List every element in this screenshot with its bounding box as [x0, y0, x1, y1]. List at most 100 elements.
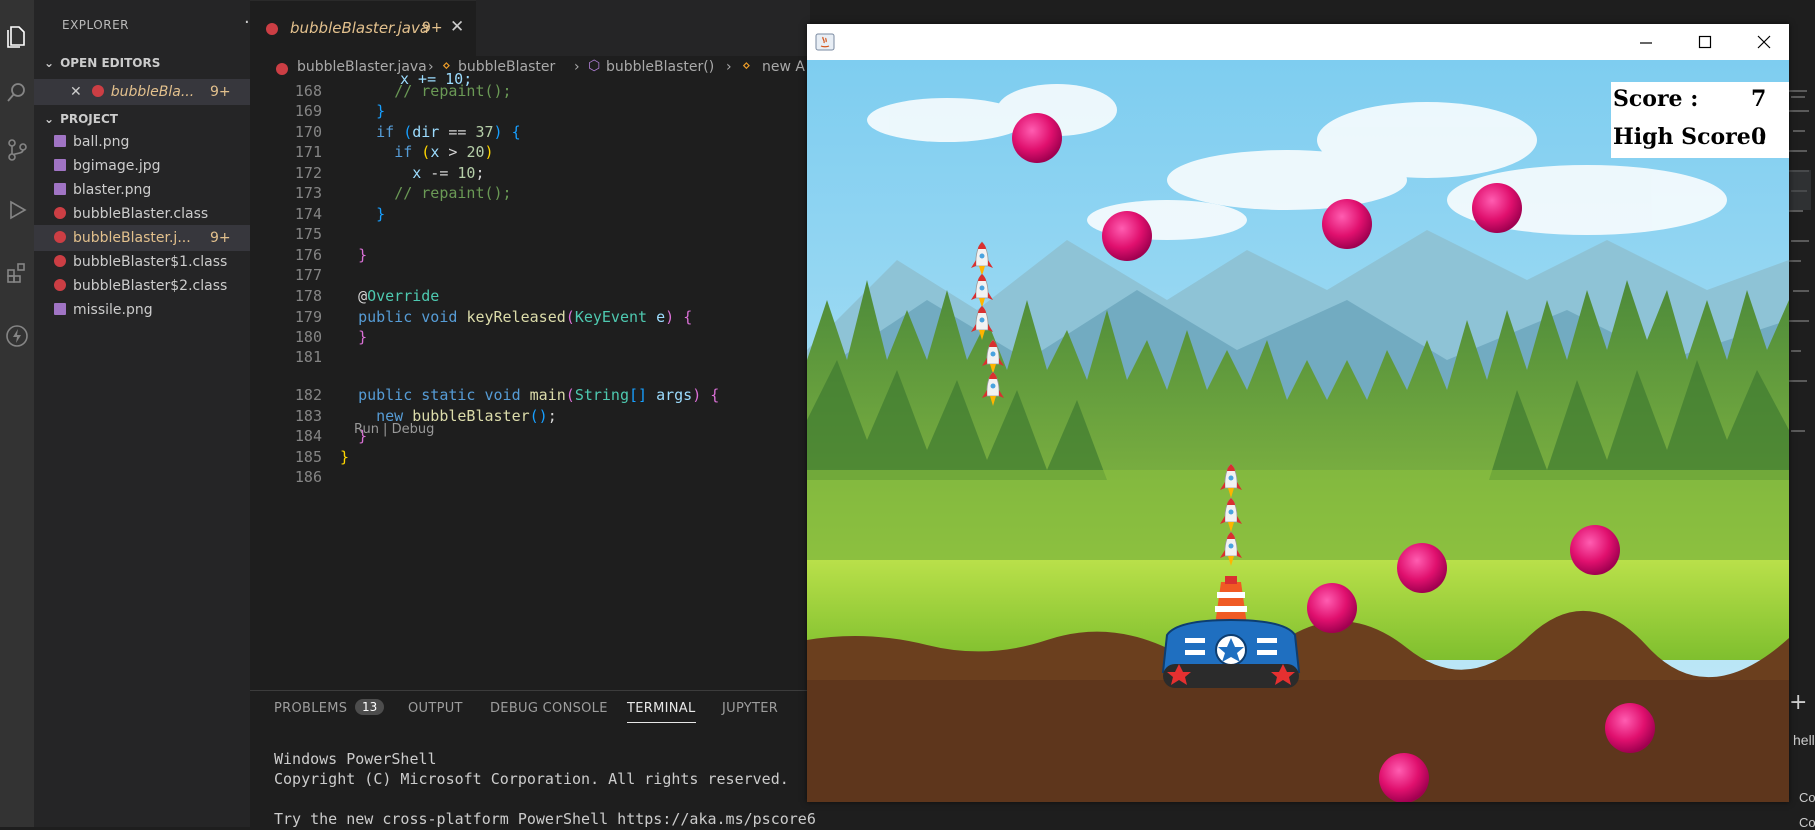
file-name: blaster.png [73, 182, 152, 198]
file-item[interactable]: bubbleBlaster$2.class [34, 273, 250, 299]
line-number: 172 [294, 164, 322, 182]
java-file-icon [54, 231, 66, 243]
java-file-icon [54, 279, 66, 291]
image-file-icon [54, 159, 66, 171]
terminal-list-label[interactable]: hell [1793, 732, 1815, 748]
line-number: 175 [294, 225, 322, 243]
editor-tab-bar: bubbleBlaster.java 9+ ✕ [250, 0, 810, 57]
line-number: 174 [294, 205, 322, 223]
code-line: @Override [358, 287, 440, 305]
file-name: bgimage.jpg [73, 158, 161, 174]
extensions-icon[interactable] [0, 252, 34, 292]
file-item[interactable]: bgimage.jpg [34, 153, 250, 179]
bubble [1012, 113, 1062, 163]
image-file-icon [54, 303, 66, 315]
game-window[interactable]: Score : 7 High Score : 0 [807, 24, 1789, 802]
sidebar-title: EXPLORER [62, 18, 129, 32]
line-number: 173 [294, 184, 322, 202]
tab-debug-console[interactable]: DEBUG CONSOLE [490, 701, 608, 716]
missile [982, 371, 1004, 406]
method-icon: ⬡ [588, 58, 601, 74]
missile [1220, 531, 1242, 566]
run-debug-icon[interactable] [0, 190, 34, 230]
image-file-icon [54, 135, 66, 147]
line-number: 183 [294, 407, 322, 425]
source-control-icon[interactable] [0, 130, 34, 170]
file-item[interactable]: bubbleBlaster$1.class [34, 249, 250, 275]
line-number: 169 [294, 102, 322, 120]
code-line: } [358, 246, 368, 264]
maximize-icon[interactable] [1698, 35, 1712, 49]
line-number: 177 [294, 266, 322, 284]
editor-right-edge: + hell Code Code [1785, 0, 1815, 830]
chevron-down-icon: ⌄ [44, 56, 55, 70]
terminal-list-item[interactable]: Code [1799, 815, 1815, 830]
file-name: missile.png [73, 302, 153, 318]
lightning-icon[interactable] [0, 316, 34, 356]
project-section[interactable]: ⌄ PROJECT [44, 112, 118, 126]
game-canvas[interactable]: Score : 7 High Score : 0 [807, 60, 1789, 802]
file-name: bubbleBlaster$1.class [73, 254, 228, 270]
missile [1220, 497, 1242, 532]
open-editor-item[interactable]: ✕ bubbleBla... 9+ [34, 79, 250, 105]
code-line: public static void main(String[] args) { [358, 386, 720, 404]
line-number: 178 [294, 287, 322, 305]
line-number: 170 [294, 123, 322, 141]
open-editors-section[interactable]: ⌄ OPEN EDITORS [44, 56, 160, 70]
line-number: 181 [294, 348, 322, 366]
file-item[interactable]: missile.png [34, 297, 250, 323]
file-name: bubbleBlaster$2.class [73, 278, 228, 294]
line-number: 184 [294, 427, 322, 445]
breadcrumb-anonymous[interactable]: new A [762, 59, 805, 75]
code-line: if (dir == 37) { [376, 123, 521, 141]
file-item[interactable]: blaster.png [34, 177, 250, 203]
codelens-run-debug[interactable]: Run | Debug [354, 422, 434, 437]
file-name: ball.png [73, 134, 130, 150]
file-item[interactable]: ball.png [34, 129, 250, 155]
missile [982, 339, 1004, 374]
line-number: 171 [294, 143, 322, 161]
problems-count-badge: 13 [355, 699, 385, 715]
new-terminal-icon[interactable]: + [1789, 690, 1807, 715]
breadcrumb-class[interactable]: bubbleBlaster [458, 59, 555, 75]
search-icon[interactable] [0, 72, 34, 112]
tab-jupyter[interactable]: JUPYTER [722, 701, 778, 716]
file-item[interactable]: bubbleBlaster.j... 9+ [34, 225, 250, 251]
bubble [1379, 753, 1429, 802]
line-number: 179 [294, 308, 322, 326]
close-icon[interactable]: ✕ [70, 84, 82, 100]
minimize-icon[interactable] [1639, 36, 1653, 50]
code-editor[interactable]: x += 10; 168 // repaint(); 169 } 170 if (d… [250, 70, 810, 690]
code-line: if (x > 20) [394, 143, 494, 161]
file-item[interactable]: bubbleBlaster.class [34, 201, 250, 227]
close-icon[interactable] [1757, 35, 1771, 49]
bottom-panel: PROBLEMS 13 OUTPUT DEBUG CONSOLE TERMINA… [250, 690, 816, 828]
java-file-icon [91, 85, 104, 97]
activity-bar [0, 0, 34, 827]
breadcrumb-method[interactable]: bubbleBlaster() [606, 59, 714, 75]
tab-output[interactable]: OUTPUT [408, 701, 463, 716]
blaster-tank [1161, 576, 1301, 688]
code-line: } [376, 205, 386, 223]
java-file-icon [54, 255, 66, 267]
breadcrumb: bubbleBlaster.java › ⋄ bubbleBlaster › ⬡… [250, 56, 810, 82]
terminal-line: Copyright (C) Microsoft Corporation. All… [274, 770, 789, 788]
code-line: public void keyReleased(KeyEvent e) { [358, 308, 693, 326]
tab-problems[interactable]: PROBLEMS [274, 701, 347, 716]
tab-terminal[interactable]: TERMINAL [627, 701, 696, 723]
code-line: // repaint(); [394, 82, 512, 100]
tab-bubbleblaster-java[interactable]: bubbleBlaster.java 9+ ✕ [250, 0, 476, 57]
terminal-line: Try the new cross-platform PowerShell ht… [274, 810, 816, 828]
terminal-list-item[interactable]: Code [1799, 790, 1815, 805]
close-tab-icon[interactable]: ✕ [450, 17, 464, 37]
window-titlebar[interactable] [807, 24, 1789, 60]
missile [971, 273, 993, 308]
file-name: bubbleBlaster.class [73, 206, 209, 222]
line-number: 180 [294, 328, 322, 346]
bubble [1307, 583, 1357, 633]
bubble [1570, 525, 1620, 575]
explorer-icon[interactable] [0, 16, 34, 56]
image-file-icon [54, 183, 66, 195]
code-line: x -= 10; [412, 164, 485, 182]
chevron-down-icon: ⌄ [44, 112, 55, 126]
